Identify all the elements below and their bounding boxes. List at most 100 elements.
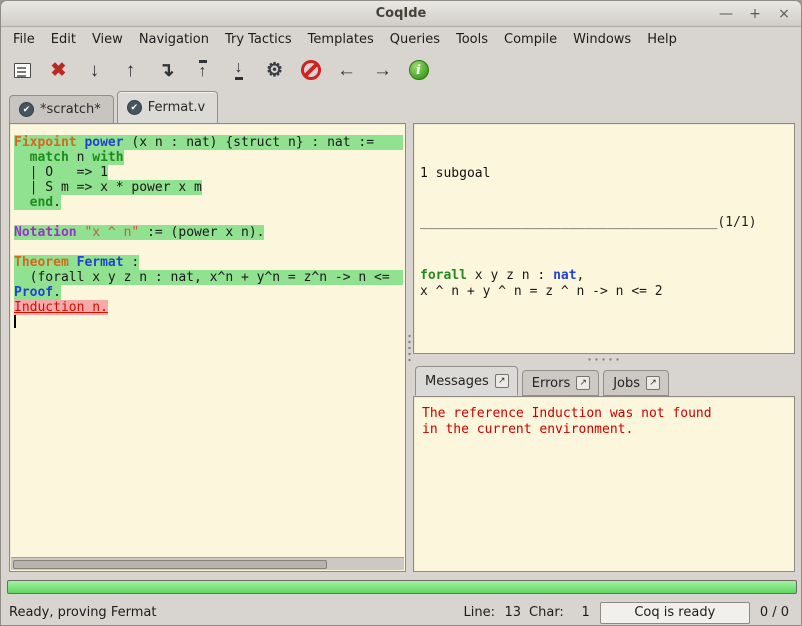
code-line[interactable]: Theorem Fermat : bbox=[14, 255, 403, 270]
message-line: The reference Induction was not found bbox=[422, 406, 786, 422]
go-to-cursor-icon: ↴ bbox=[159, 61, 175, 80]
check-circle-icon: ✔ bbox=[19, 102, 34, 117]
code-segment: Notation bbox=[14, 225, 77, 240]
detach-icon[interactable]: ↗ bbox=[646, 376, 660, 390]
text-cursor bbox=[14, 315, 16, 328]
code-line[interactable] bbox=[14, 210, 403, 225]
code-line[interactable]: Induction n. bbox=[14, 300, 403, 315]
code-line[interactable]: (forall x y z n : nat, x^n + y^n = z^n -… bbox=[14, 270, 403, 285]
previous-icon: ← bbox=[337, 61, 356, 80]
step-forward-button[interactable]: ↓ bbox=[79, 55, 110, 85]
code-line-text: | O => 1 bbox=[14, 165, 108, 180]
code-segment bbox=[14, 195, 30, 210]
tab-errors[interactable]: Errors ↗ bbox=[522, 370, 599, 396]
menu-item-file[interactable]: File bbox=[5, 29, 43, 50]
code-segment: "x ^ n" bbox=[84, 225, 139, 240]
code-area[interactable]: Fixpoint power (x n : nat) {struct n} : … bbox=[12, 126, 403, 555]
goals-panel[interactable]: 1 subgoal ______________________________… bbox=[413, 123, 795, 354]
step-forward-icon: ↓ bbox=[90, 61, 100, 80]
tab-fermat-v[interactable]: ✔ Fermat.v bbox=[117, 91, 218, 123]
go-to-end-icon: ↓ bbox=[235, 60, 243, 80]
tab-messages[interactable]: Messages↗ bbox=[415, 366, 518, 396]
script-editor-pane[interactable]: Fixpoint power (x n : nat) {struct n} : … bbox=[9, 123, 406, 572]
code-segment: (x n : nat) {struct n} : nat := bbox=[124, 135, 374, 150]
previous-button[interactable]: ← bbox=[331, 55, 362, 85]
about-button[interactable]: i bbox=[403, 55, 434, 85]
check-circle-icon: ✔ bbox=[127, 100, 142, 115]
save-button[interactable] bbox=[7, 55, 38, 85]
tab-scratch[interactable]: ✔ *scratch* bbox=[9, 95, 114, 123]
window-minimize-button[interactable]: — bbox=[719, 6, 733, 22]
go-to-start-icon: ↑ bbox=[199, 60, 207, 80]
goal-line: x ^ n + y ^ n = z ^ n -> n <= 2 bbox=[420, 284, 788, 300]
code-segment: : bbox=[124, 255, 140, 270]
code-segment: end bbox=[30, 195, 53, 210]
menu-item-templates[interactable]: Templates bbox=[300, 29, 382, 50]
window-close-button[interactable]: × bbox=[777, 6, 791, 22]
window-maximize-button[interactable]: + bbox=[748, 6, 762, 22]
code-line[interactable]: | O => 1 bbox=[14, 165, 403, 180]
detach-icon[interactable]: ↗ bbox=[576, 376, 590, 390]
code-line[interactable]: Fixpoint power (x n : nat) {struct n} : … bbox=[14, 135, 403, 150]
menu-item-view[interactable]: View bbox=[84, 29, 131, 50]
code-segment: forall bbox=[420, 268, 467, 283]
step-backward-icon: ↑ bbox=[126, 61, 136, 80]
code-segment: := (power x n). bbox=[139, 225, 264, 240]
horizontal-scrollbar[interactable] bbox=[11, 557, 404, 570]
code-segment: Fixpoint bbox=[14, 135, 77, 150]
code-segment: with bbox=[92, 150, 123, 165]
tab-label: Fermat.v bbox=[148, 100, 205, 115]
tab-jobs[interactable]: Jobs ↗ bbox=[603, 370, 669, 396]
menu-bar: FileEditViewNavigationTry TacticsTemplat… bbox=[1, 27, 801, 51]
code-line[interactable]: end. bbox=[14, 195, 403, 210]
close-buffer-button[interactable]: ✖ bbox=[43, 55, 74, 85]
menu-item-edit[interactable]: Edit bbox=[43, 29, 84, 50]
title-bar[interactable]: CoqIde —+× bbox=[1, 1, 801, 27]
code-segment bbox=[14, 150, 30, 165]
menu-item-compile[interactable]: Compile bbox=[496, 29, 565, 50]
go-to-cursor-button[interactable]: ↴ bbox=[151, 55, 182, 85]
interrupt-button[interactable] bbox=[295, 55, 326, 85]
next-button[interactable]: → bbox=[367, 55, 398, 85]
menu-item-try-tactics[interactable]: Try Tactics bbox=[217, 29, 300, 50]
messages-content[interactable]: The reference Induction was not foundin … bbox=[413, 396, 795, 572]
code-segment: match bbox=[30, 150, 69, 165]
horizontal-splitter[interactable] bbox=[413, 354, 795, 365]
code-segment: . bbox=[53, 285, 61, 300]
code-segment: x y z n : bbox=[467, 268, 553, 283]
code-line[interactable]: Notation "x ^ n" := (power x n). bbox=[14, 225, 403, 240]
code-line-text: Proof. bbox=[14, 285, 61, 300]
fully-check-button[interactable]: ⚙ bbox=[259, 55, 290, 85]
code-segment: n bbox=[69, 150, 92, 165]
vertical-splitter[interactable] bbox=[406, 123, 413, 572]
splitter-grip-icon bbox=[408, 333, 411, 363]
step-backward-button[interactable]: ↑ bbox=[115, 55, 146, 85]
goal-lines: forall x y z n : nat,x ^ n + y ^ n = z ^… bbox=[420, 268, 788, 300]
tab-label: Errors bbox=[532, 376, 570, 391]
code-line[interactable]: Proof. bbox=[14, 285, 403, 300]
tab-label: *scratch* bbox=[40, 102, 101, 117]
menu-item-windows[interactable]: Windows bbox=[565, 29, 639, 50]
goal-separator: ______________________________________(1… bbox=[420, 215, 788, 231]
detach-icon[interactable]: ↗ bbox=[495, 374, 509, 388]
code-line[interactable] bbox=[14, 315, 403, 330]
next-icon: → bbox=[373, 61, 392, 80]
menu-item-navigation[interactable]: Navigation bbox=[131, 29, 217, 50]
code-line[interactable] bbox=[14, 240, 403, 255]
tab-label: Jobs bbox=[613, 376, 640, 391]
coq-status: Coq is ready bbox=[600, 602, 750, 624]
go-to-start-button[interactable]: ↑ bbox=[187, 55, 218, 85]
code-line[interactable]: | S m => x * power x m bbox=[14, 180, 403, 195]
close-buffer-icon: ✖ bbox=[51, 61, 67, 80]
menu-item-tools[interactable]: Tools bbox=[448, 29, 496, 50]
code-line-text: (forall x y z n : nat, x^n + y^n = z^n -… bbox=[14, 270, 390, 285]
code-line[interactable]: match n with bbox=[14, 150, 403, 165]
save-icon bbox=[14, 63, 31, 78]
code-line-text: match n with bbox=[14, 150, 124, 165]
char-label: Char: bbox=[529, 605, 564, 620]
menu-item-queries[interactable]: Queries bbox=[382, 29, 448, 50]
scrollbar-handle[interactable] bbox=[13, 560, 327, 569]
coq-status-text: Coq is ready bbox=[634, 605, 715, 620]
go-to-end-button[interactable]: ↓ bbox=[223, 55, 254, 85]
menu-item-help[interactable]: Help bbox=[639, 29, 685, 50]
